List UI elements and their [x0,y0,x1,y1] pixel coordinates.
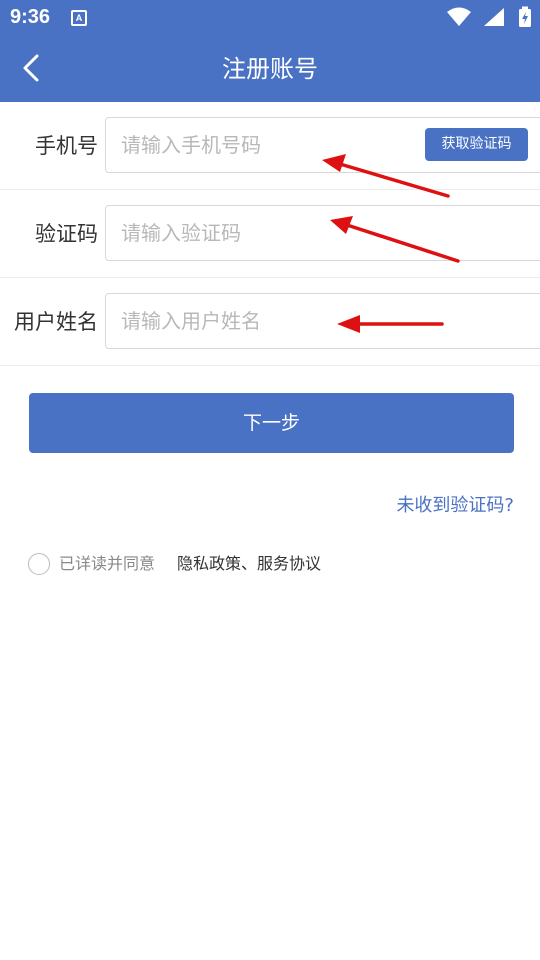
notification-app-icon: A [71,10,87,26]
code-label: 验证码 [35,222,98,246]
status-bar: 9:36 A [0,0,540,36]
page-title: 注册账号 [222,55,318,83]
battery-icon [519,6,531,27]
form-row-username: 用户姓名 [0,278,540,366]
status-time: 9:36 [10,6,51,28]
no-code-link[interactable]: 未收到验证码? [396,493,514,519]
form-row-code: 验证码 [0,190,540,278]
nav-bar: 注册账号 [0,36,540,102]
agree-text: 已详读并同意 [59,554,156,573]
next-button[interactable]: 下一步 [29,393,514,453]
username-input-box [105,293,540,349]
username-label: 用户姓名 [14,310,98,334]
code-input-box [105,205,540,261]
username-input[interactable] [106,294,540,348]
agree-radio[interactable] [28,553,50,575]
get-code-button[interactable]: 获取验证码 [425,128,528,161]
app-header: 9:36 A 注册账号 [0,0,540,102]
code-input[interactable] [106,206,540,260]
wifi-icon [447,7,471,26]
policy-link[interactable]: 隐私政策、服务协议 [177,551,321,577]
phone-label: 手机号 [35,134,98,158]
signal-icon [484,8,504,26]
